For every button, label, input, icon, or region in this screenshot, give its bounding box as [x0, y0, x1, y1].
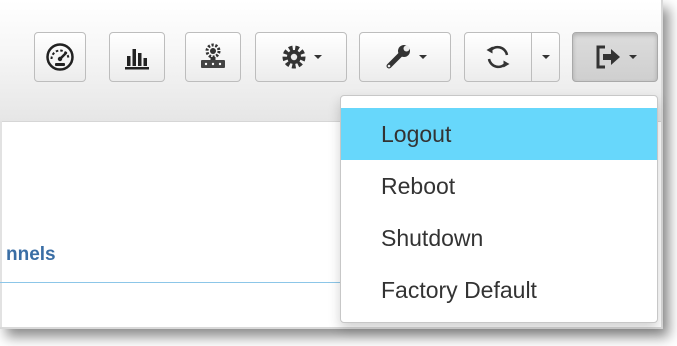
menu-item-reboot[interactable]: Reboot: [341, 160, 657, 212]
tab-underline: [0, 282, 360, 283]
chevron-down-icon: [314, 55, 322, 59]
channels-tab-label[interactable]: nnels: [6, 244, 56, 266]
dashboard-button[interactable]: [34, 32, 86, 82]
bar-chart-icon: [123, 43, 151, 71]
menu-item-logout[interactable]: Logout: [341, 108, 657, 160]
settings-dropdown-button[interactable]: [255, 32, 347, 82]
server-settings-icon: [198, 42, 228, 72]
gear-icon: [280, 43, 308, 71]
menu-item-factory-default[interactable]: Factory Default: [341, 264, 657, 316]
server-settings-button[interactable]: [185, 32, 241, 82]
page-edge: [0, 121, 2, 327]
menu-item-shutdown[interactable]: Shutdown: [341, 212, 657, 264]
refresh-dropdown-toggle[interactable]: [531, 32, 560, 82]
statistics-button[interactable]: [109, 32, 165, 82]
dashboard-gauge-icon: [45, 42, 75, 72]
chevron-down-icon: [541, 55, 550, 59]
power-dropdown-button[interactable]: [572, 32, 658, 82]
wrench-icon: [383, 42, 413, 72]
refresh-button[interactable]: [464, 32, 532, 82]
sign-out-icon: [593, 42, 623, 72]
chevron-down-icon: [629, 55, 637, 59]
tools-dropdown-button[interactable]: [359, 32, 451, 82]
chevron-down-icon: [419, 55, 427, 59]
refresh-icon: [483, 42, 513, 72]
power-dropdown-menu: Logout Reboot Shutdown Factory Default: [340, 95, 658, 323]
